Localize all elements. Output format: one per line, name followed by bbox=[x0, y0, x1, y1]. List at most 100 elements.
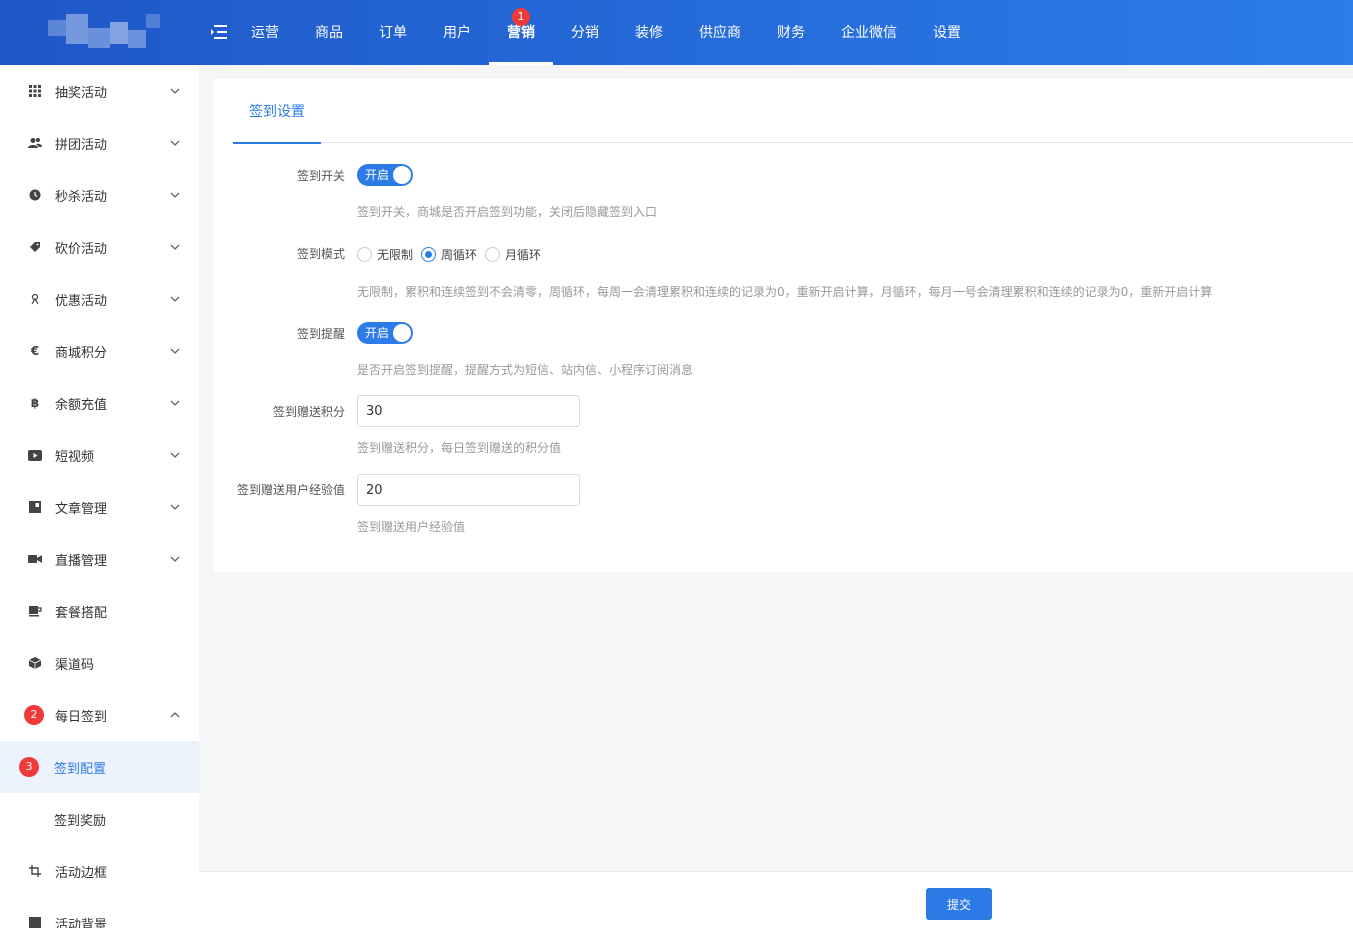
sidebar-item-label: 活动边框 bbox=[55, 865, 108, 881]
checkin-points-input[interactable] bbox=[357, 395, 580, 427]
step-badge: 3 bbox=[19, 757, 39, 777]
sidebar-item-label: 短视频 bbox=[55, 449, 95, 465]
sidebar-item-label: 签到奖励 bbox=[54, 813, 107, 829]
clock-icon bbox=[28, 188, 42, 202]
checkin-points-label: 签到赠送积分 bbox=[272, 405, 345, 419]
checkin-mode-hint: 无限制，累积和连续签到不会清零，周循环，每周一会清理累积和连续的记录为0，重新开… bbox=[357, 285, 1213, 299]
sidebar-item-lottery[interactable]: 抽奖活动 bbox=[0, 65, 199, 117]
sidebar-item-label: 渠道码 bbox=[55, 657, 95, 673]
sidebar-item-label: 优惠活动 bbox=[55, 293, 108, 309]
sidebar-item-live[interactable]: 直播管理 bbox=[0, 533, 199, 585]
sidebar-item-bundle[interactable]: 套餐搭配 bbox=[0, 585, 199, 637]
chevron-down-icon bbox=[170, 296, 180, 302]
chevron-down-icon bbox=[170, 192, 180, 198]
nav-item-supplier[interactable]: 供应商 bbox=[681, 0, 759, 65]
chevron-up-icon bbox=[170, 712, 180, 718]
chevron-down-icon bbox=[170, 244, 180, 250]
checkin-remind-toggle[interactable]: 开启 bbox=[357, 322, 413, 344]
crop-icon bbox=[28, 864, 42, 878]
nav-item-users[interactable]: 用户 bbox=[425, 0, 489, 65]
checkin-switch-hint: 签到开关，商城是否开启签到功能，关闭后隐藏签到入口 bbox=[357, 205, 658, 219]
sidebar-item-activity-border[interactable]: 活动边框 bbox=[0, 845, 199, 897]
tag-icon bbox=[28, 240, 42, 254]
step-badge: 2 bbox=[24, 705, 44, 725]
top-navbar: 运营 商品 订单 用户 1 营销 分销 装修 供应商 财务 企业微信 设置 bbox=[0, 0, 1353, 65]
sidebar-item-label: 余额充值 bbox=[55, 397, 108, 413]
switch-knob bbox=[393, 324, 411, 342]
nav-item-finance[interactable]: 财务 bbox=[759, 0, 823, 65]
nav-item-settings[interactable]: 设置 bbox=[915, 0, 979, 65]
sidebar-item-flash-sale[interactable]: 秒杀活动 bbox=[0, 169, 199, 221]
sidebar-item-label: 直播管理 bbox=[55, 553, 108, 569]
article-icon bbox=[28, 500, 42, 514]
nav-item-goods[interactable]: 商品 bbox=[297, 0, 361, 65]
sidebar-item-channel-code[interactable]: 渠道码 bbox=[0, 637, 199, 689]
radio-circle bbox=[421, 247, 437, 262]
sidebar-item-articles[interactable]: 文章管理 bbox=[0, 481, 199, 533]
nav-item-decoration[interactable]: 装修 bbox=[617, 0, 681, 65]
sidebar-item-checkin-config[interactable]: 3 签到配置 bbox=[0, 741, 199, 793]
mode-radio-unlimited[interactable]: 无限制 bbox=[357, 246, 413, 263]
sidebar-item-bargain[interactable]: 砍价活动 bbox=[0, 221, 199, 273]
checkin-switch-label: 签到开关 bbox=[296, 169, 345, 183]
checkin-mode-radio-group: 无限制 周循环 月循环 bbox=[357, 246, 549, 263]
chevron-down-icon bbox=[170, 400, 180, 406]
sidebar-item-label: 套餐搭配 bbox=[55, 605, 108, 621]
sidebar: 抽奖活动 拼团活动 秒杀活动 砍价活动 优惠活动 € 商城积分 ฿ 余额充值 短… bbox=[0, 65, 199, 928]
submit-button[interactable]: 提交 bbox=[926, 888, 992, 920]
logo[interactable] bbox=[40, 8, 168, 60]
nav-item-orders[interactable]: 订单 bbox=[361, 0, 425, 65]
checkin-remind-hint: 是否开启签到提醒，提醒方式为短信、站内信、小程序订阅消息 bbox=[357, 363, 694, 377]
sidebar-item-label: 砍价活动 bbox=[55, 241, 108, 257]
switch-text: 开启 bbox=[365, 168, 390, 182]
nav-item-marketing[interactable]: 1 营销 bbox=[489, 0, 553, 65]
grid-icon bbox=[28, 84, 42, 98]
menu-toggle-icon[interactable] bbox=[210, 24, 228, 40]
sidebar-item-short-video[interactable]: 短视频 bbox=[0, 429, 199, 481]
switch-text: 开启 bbox=[365, 326, 390, 340]
tab-checkin-settings[interactable]: 签到设置 bbox=[233, 79, 321, 144]
checkin-remind-label: 签到提醒 bbox=[296, 327, 345, 341]
nav-item-distribution[interactable]: 分销 bbox=[553, 0, 617, 65]
nav-item-operation[interactable]: 运营 bbox=[233, 0, 297, 65]
radio-circle bbox=[357, 247, 372, 262]
camera-icon bbox=[28, 552, 42, 566]
sidebar-item-daily-checkin[interactable]: 2 每日签到 bbox=[0, 689, 199, 741]
sidebar-item-label: 商城积分 bbox=[55, 345, 108, 361]
sidebar-item-activity-background[interactable]: 活动背景 bbox=[0, 897, 199, 928]
sidebar-item-discount[interactable]: 优惠活动 bbox=[0, 273, 199, 325]
sidebar-item-mall-points[interactable]: € 商城积分 bbox=[0, 325, 199, 377]
mode-radio-monthly[interactable]: 月循环 bbox=[485, 246, 541, 263]
footer-bar: 提交 bbox=[199, 871, 1353, 928]
checkin-exp-hint: 签到赠送用户经验值 bbox=[357, 520, 466, 534]
group-icon bbox=[28, 136, 42, 150]
sidebar-item-recharge[interactable]: ฿ 余额充值 bbox=[0, 377, 199, 429]
sidebar-item-label: 抽奖活动 bbox=[55, 85, 108, 101]
bitcoin-icon: ฿ bbox=[30, 396, 40, 410]
checkin-points-hint: 签到赠送积分，每日签到赠送的积分值 bbox=[357, 441, 562, 455]
main-nav: 运营 商品 订单 用户 1 营销 分销 装修 供应商 财务 企业微信 设置 bbox=[233, 0, 979, 65]
chevron-down-icon bbox=[170, 556, 180, 562]
nav-item-wecom[interactable]: 企业微信 bbox=[823, 0, 915, 65]
gift-icon bbox=[28, 292, 42, 306]
checkin-switch-toggle[interactable]: 开启 bbox=[357, 164, 413, 186]
sidebar-item-label: 每日签到 bbox=[55, 709, 108, 725]
mode-radio-weekly[interactable]: 周循环 bbox=[421, 246, 477, 263]
checkin-settings-panel: 签到设置 签到开关 开启 签到开关，商城是否开启签到功能，关闭后隐藏签到入口 签… bbox=[213, 79, 1353, 572]
sidebar-item-checkin-rewards[interactable]: 签到奖励 bbox=[0, 793, 199, 845]
image-icon bbox=[28, 916, 42, 928]
chevron-down-icon bbox=[170, 348, 180, 354]
sidebar-item-group-buy[interactable]: 拼团活动 bbox=[0, 117, 199, 169]
sidebar-item-label: 活动背景 bbox=[55, 917, 108, 928]
sidebar-item-label: 文章管理 bbox=[55, 501, 108, 517]
tab-bar: 签到设置 bbox=[233, 79, 1353, 144]
chevron-down-icon bbox=[170, 140, 180, 146]
chevron-down-icon bbox=[170, 88, 180, 94]
chevron-down-icon bbox=[170, 504, 180, 510]
sidebar-item-label: 拼团活动 bbox=[55, 137, 108, 153]
sidebar-item-label: 签到配置 bbox=[54, 761, 107, 777]
step-badge: 1 bbox=[512, 8, 530, 26]
checkin-exp-input[interactable] bbox=[357, 474, 580, 506]
cube-icon bbox=[28, 656, 42, 670]
radio-circle bbox=[485, 247, 501, 262]
